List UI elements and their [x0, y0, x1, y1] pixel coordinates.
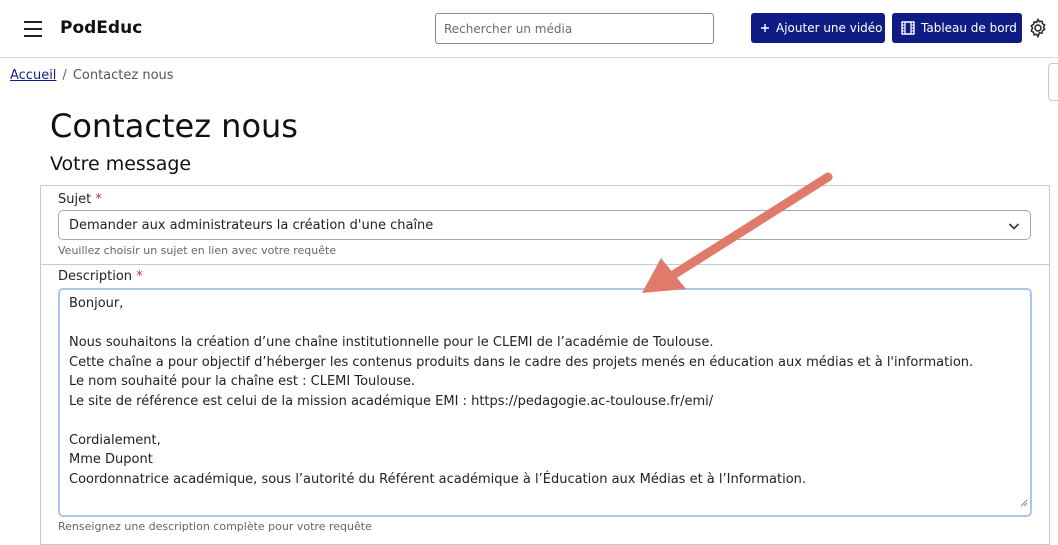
required-mark: *	[95, 192, 102, 207]
dashboard-button[interactable]: Tableau de bord	[892, 13, 1022, 43]
description-line: Nous souhaitons la création d’une chaîne…	[69, 335, 714, 350]
side-panel-toggle[interactable]	[1048, 63, 1058, 101]
required-mark: *	[136, 269, 143, 284]
description-line: Le nom souhaité pour la chaîne est : CLE…	[69, 374, 415, 389]
breadcrumb-separator: /	[62, 68, 67, 83]
breadcrumb-home-link[interactable]: Accueil	[10, 68, 56, 83]
chevron-down-icon	[1008, 220, 1020, 235]
description-line: Coordonnatrice académique, sous l’autori…	[69, 471, 807, 487]
field-divider	[40, 264, 1050, 265]
section-title: Votre message	[50, 153, 192, 175]
page-title: Contactez nous	[50, 107, 298, 145]
description-label: Description *	[58, 269, 143, 284]
breadcrumb: Accueil / Contactez nous	[10, 68, 174, 83]
resize-handle-icon[interactable]	[1020, 494, 1028, 514]
subject-select[interactable]: Demander aux administrateurs la création…	[58, 210, 1031, 240]
description-textarea[interactable]: Bonjour, Nous souhaitons la création d’u…	[58, 288, 1032, 517]
description-line: Bonjour,	[69, 296, 124, 311]
breadcrumb-current: Contactez nous	[72, 68, 174, 83]
top-navbar: PodEduc Ajouter une vidéo Tableau de bor…	[0, 0, 1058, 58]
subject-label: Sujet *	[58, 192, 102, 207]
dashboard-label: Tableau de bord	[921, 21, 1017, 35]
search-input[interactable]	[435, 13, 714, 44]
description-line: Cordialement,	[69, 432, 161, 448]
hamburger-icon[interactable]	[24, 21, 42, 37]
subject-select-value: Demander aux administrateurs la création…	[69, 217, 434, 233]
plus-icon	[760, 23, 770, 33]
description-line	[69, 411, 1021, 431]
description-line: Cette chaîne a pour objectif d’héberger …	[69, 354, 974, 370]
gear-icon[interactable]	[1028, 17, 1048, 39]
add-video-label: Ajouter une vidéo	[776, 21, 883, 35]
description-line	[69, 314, 1021, 334]
add-video-button[interactable]: Ajouter une vidéo	[751, 13, 885, 43]
film-icon	[901, 21, 915, 35]
description-label-text: Description	[58, 269, 133, 284]
description-line: Mme Dupont	[69, 452, 153, 467]
description-line: Le site de référence est celui de la mis…	[69, 393, 714, 409]
subject-help-text: Veuillez choisir un sujet en lien avec v…	[58, 244, 337, 257]
description-help-text: Renseignez une description complète pour…	[58, 520, 372, 533]
brand-logo[interactable]: PodEduc	[60, 18, 142, 38]
subject-label-text: Sujet	[58, 192, 92, 207]
